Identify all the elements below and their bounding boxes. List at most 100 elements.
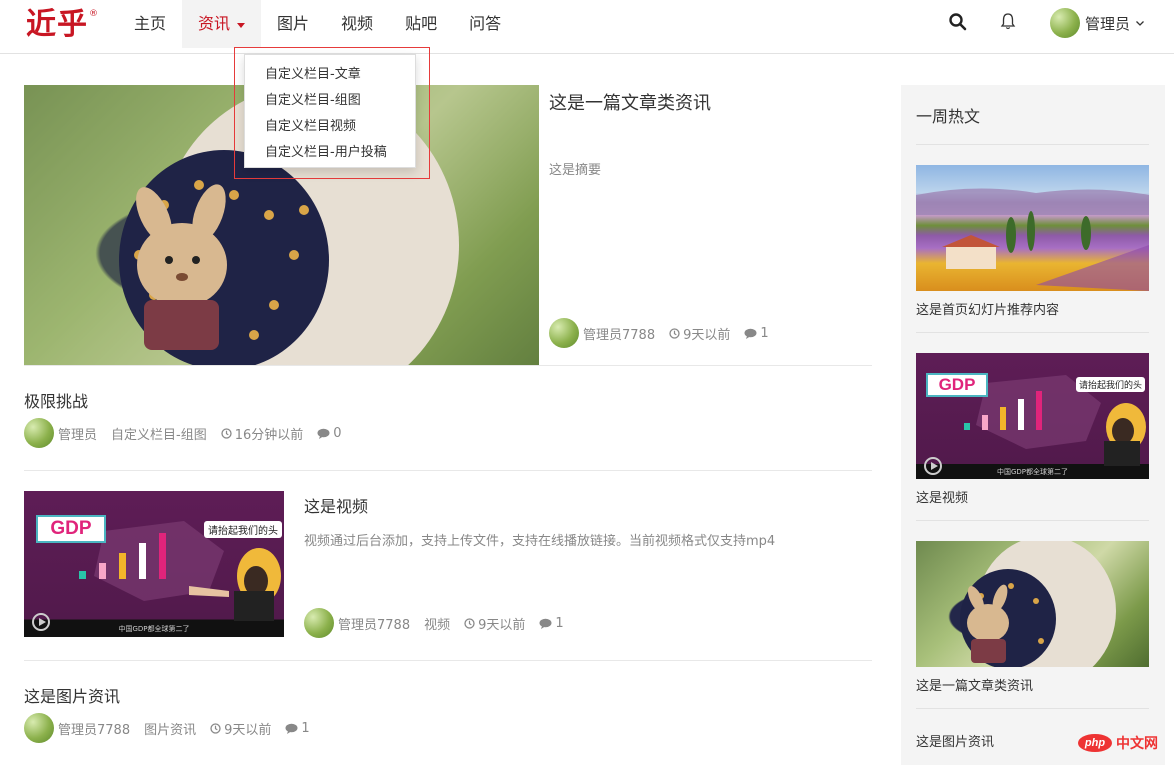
time-meta: 9天以前 bbox=[464, 614, 525, 633]
gdp-label: GDP bbox=[926, 373, 988, 397]
author-name[interactable]: 管理员 bbox=[58, 424, 97, 443]
article-summary: 视频通过后台添加，支持上传文件，支持在线播放链接。当前视频格式仅支持mp4 bbox=[304, 534, 776, 549]
article-title[interactable]: 极限挑战 bbox=[24, 388, 88, 412]
article-summary: 这是摘要 bbox=[549, 163, 602, 178]
sidebar-caption[interactable]: 这是图片资讯 bbox=[916, 731, 994, 750]
category-link[interactable]: 自定义栏目-组图 bbox=[111, 424, 207, 443]
logo-text: 近乎 bbox=[26, 7, 88, 42]
comment-count: 0 bbox=[333, 425, 342, 441]
comment-icon bbox=[317, 428, 330, 439]
user-name: 管理员 bbox=[1085, 14, 1131, 33]
nav-label: 贴吧 bbox=[405, 14, 438, 33]
post-time: 16分钟以前 bbox=[234, 427, 304, 443]
video-caption: 中国GDP都全球第二了 bbox=[118, 625, 190, 633]
avatar bbox=[304, 608, 334, 638]
comment-meta[interactable]: 1 bbox=[539, 615, 564, 631]
article-meta: 管理员7788 视频 9天以前 1 bbox=[304, 608, 564, 638]
nav-item-home[interactable]: 主页 bbox=[118, 0, 182, 48]
article-title[interactable]: 这是视频 bbox=[304, 493, 368, 517]
time-meta: 16分钟以前 bbox=[221, 424, 304, 443]
time-meta: 9天以前 bbox=[669, 324, 730, 343]
registered-mark: ® bbox=[89, 9, 98, 19]
sidebar-thumbnail[interactable] bbox=[916, 541, 1149, 667]
video-thumbnail[interactable]: GDP 请抬起我们的头 中国GDP都全球第二了 bbox=[24, 491, 284, 637]
clock-icon bbox=[210, 722, 221, 734]
avatar bbox=[24, 713, 54, 743]
hot-articles-sidebar: 一周热文 这是首页幻灯片推荐内容 GDP 请抬起我们的头 中国GDP都全球第二了 bbox=[901, 85, 1165, 765]
comment-icon bbox=[744, 328, 757, 339]
watermark-cn: 中文网 bbox=[1116, 736, 1158, 752]
dropdown-item-submission[interactable]: 自定义栏目-用户投稿 bbox=[245, 140, 415, 166]
comment-icon bbox=[539, 618, 552, 629]
user-menu[interactable]: 管理员 bbox=[1050, 7, 1145, 39]
category-link[interactable]: 图片资讯 bbox=[144, 719, 196, 738]
comment-count: 1 bbox=[555, 615, 564, 631]
nav-label: 问答 bbox=[469, 14, 502, 33]
sidebar-divider bbox=[916, 520, 1149, 521]
watermark-php: php bbox=[1078, 734, 1112, 752]
avatar bbox=[1050, 8, 1080, 38]
nav-item-videos[interactable]: 视频 bbox=[325, 0, 389, 48]
feed-divider bbox=[24, 365, 872, 366]
caret-down-icon bbox=[237, 22, 246, 28]
comment-meta[interactable]: 0 bbox=[317, 425, 342, 441]
speech-bubble: 请抬起我们的头 bbox=[204, 521, 282, 538]
comment-count: 1 bbox=[301, 720, 310, 736]
video-caption: 中国GDP都全球第二了 bbox=[916, 466, 1149, 479]
main-nav: 主页 资讯 图片 视频 贴吧 问答 bbox=[118, 0, 517, 54]
nav-label: 图片 bbox=[277, 14, 310, 33]
nav-label: 视频 bbox=[341, 14, 374, 33]
feed-divider bbox=[24, 470, 872, 471]
search-icon[interactable] bbox=[948, 12, 968, 32]
play-icon[interactable] bbox=[924, 457, 942, 475]
post-time: 9天以前 bbox=[224, 722, 272, 738]
sidebar-thumbnail[interactable] bbox=[916, 165, 1149, 291]
feed-divider bbox=[24, 660, 872, 661]
news-dropdown-menu: 自定义栏目-文章 自定义栏目-组图 自定义栏目视频 自定义栏目-用户投稿 bbox=[244, 54, 416, 168]
author-name[interactable]: 管理员7788 bbox=[58, 719, 130, 738]
comment-count: 1 bbox=[760, 325, 769, 341]
gdp-label: GDP bbox=[36, 515, 106, 543]
site-logo[interactable]: 近乎 ® bbox=[26, 6, 98, 46]
child-backpack-illustration bbox=[960, 541, 1116, 667]
dropdown-item-gallery[interactable]: 自定义栏目-组图 bbox=[245, 88, 415, 114]
article-title[interactable]: 这是一篇文章类资讯 bbox=[549, 89, 711, 115]
sidebar-title: 一周热文 bbox=[916, 107, 981, 126]
bell-icon[interactable] bbox=[998, 11, 1018, 31]
category-link[interactable]: 视频 bbox=[424, 614, 450, 633]
play-icon[interactable] bbox=[32, 613, 50, 631]
clock-icon bbox=[669, 327, 680, 339]
sidebar-divider bbox=[916, 332, 1149, 333]
sidebar-caption[interactable]: 这是一篇文章类资讯 bbox=[916, 675, 1033, 694]
dropdown-item-article[interactable]: 自定义栏目-文章 bbox=[245, 62, 415, 88]
author-name[interactable]: 管理员7788 bbox=[338, 614, 410, 633]
nav-item-forum[interactable]: 贴吧 bbox=[389, 0, 453, 48]
nav-label: 资讯 bbox=[198, 14, 231, 33]
avatar bbox=[549, 318, 579, 348]
site-watermark: php 中文网 bbox=[1078, 730, 1170, 756]
comment-meta[interactable]: 1 bbox=[744, 325, 769, 341]
article-title[interactable]: 这是图片资讯 bbox=[24, 683, 120, 707]
sidebar-divider bbox=[916, 708, 1149, 709]
nav-item-news[interactable]: 资讯 bbox=[182, 0, 262, 48]
gdp-chart-illustration bbox=[79, 521, 281, 621]
sidebar-thumbnail[interactable]: GDP 请抬起我们的头 中国GDP都全球第二了 bbox=[916, 353, 1149, 479]
sidebar-caption[interactable]: 这是首页幻灯片推荐内容 bbox=[916, 299, 1059, 318]
article-meta: 管理员7788 9天以前 1 bbox=[549, 318, 769, 348]
clock-icon bbox=[221, 427, 232, 439]
author-name[interactable]: 管理员7788 bbox=[583, 324, 655, 343]
gdp-chart-illustration bbox=[964, 375, 1146, 467]
avatar bbox=[24, 418, 54, 448]
article-meta: 管理员7788 图片资讯 9天以前 1 bbox=[24, 713, 310, 743]
nav-item-qa[interactable]: 问答 bbox=[453, 0, 517, 48]
dropdown-item-video[interactable]: 自定义栏目视频 bbox=[245, 114, 415, 140]
post-time: 9天以前 bbox=[478, 617, 526, 633]
clock-icon bbox=[464, 617, 475, 629]
nav-label: 主页 bbox=[134, 14, 167, 33]
nav-item-images[interactable]: 图片 bbox=[261, 0, 325, 48]
top-navbar: 近乎 ® 主页 资讯 图片 视频 贴吧 问答 管理员 bbox=[0, 0, 1174, 54]
time-meta: 9天以前 bbox=[210, 719, 271, 738]
article-meta: 管理员 自定义栏目-组图 16分钟以前 0 bbox=[24, 418, 342, 448]
sidebar-caption[interactable]: 这是视频 bbox=[916, 487, 968, 506]
comment-meta[interactable]: 1 bbox=[285, 720, 310, 736]
